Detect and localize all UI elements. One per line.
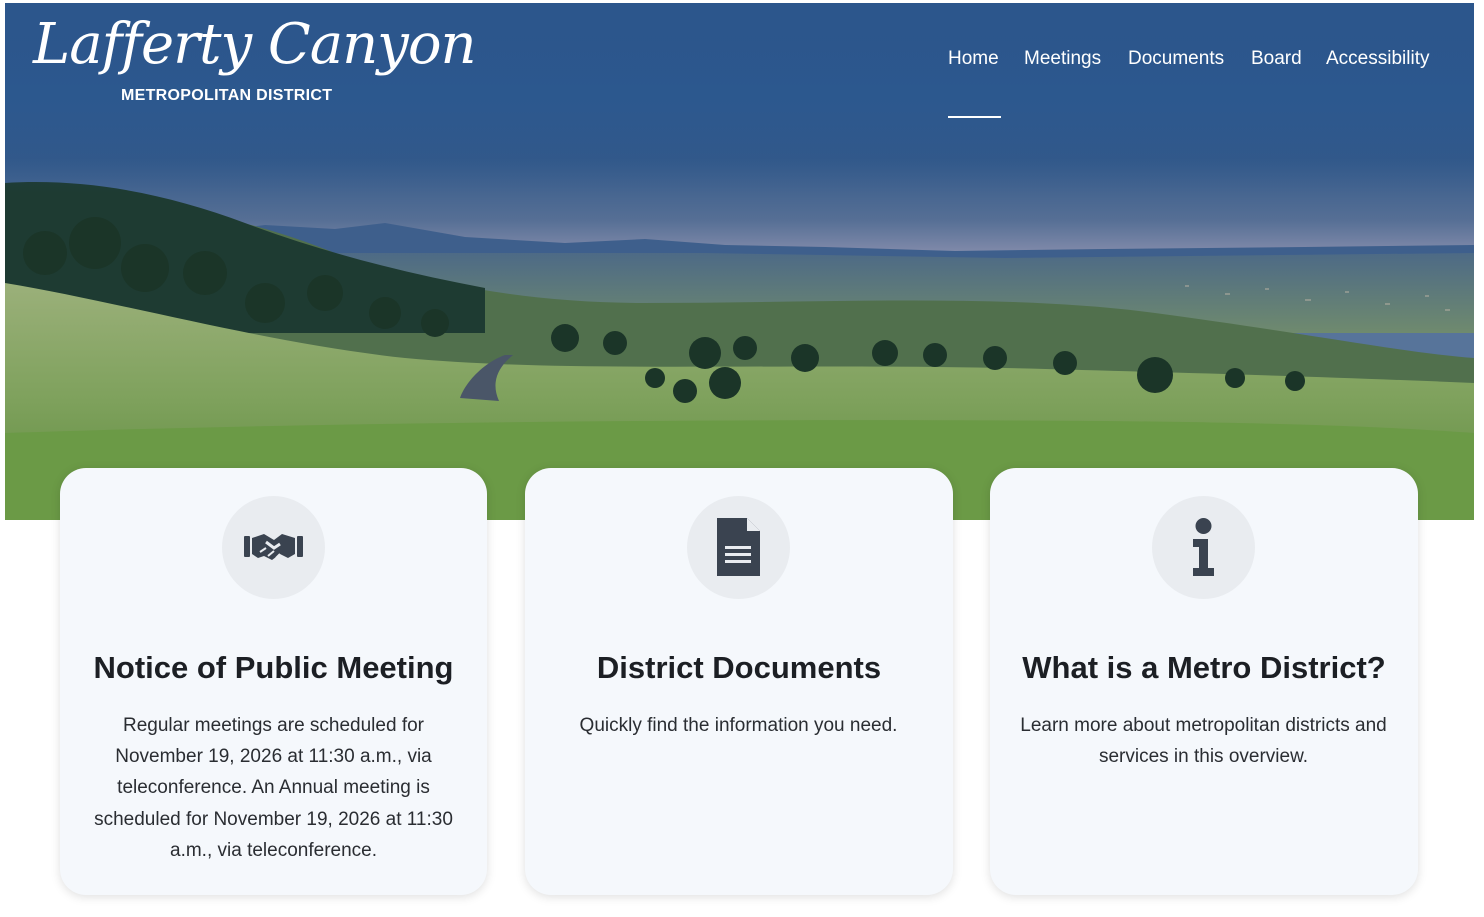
card-metro-district-info[interactable]: What is a Metro District? Learn more abo… bbox=[990, 468, 1418, 895]
nav-documents[interactable]: Documents bbox=[1128, 46, 1224, 72]
card-title: Notice of Public Meeting bbox=[93, 650, 454, 685]
main-nav: Home Meetings Documents Board Accessibil… bbox=[5, 46, 1474, 126]
handshake-icon bbox=[244, 534, 303, 560]
page: Lafferty Canyon METROPOLITAN DISTRICT Ho… bbox=[5, 3, 1474, 917]
icon-circle bbox=[687, 496, 790, 599]
icon-circle bbox=[1152, 496, 1255, 599]
nav-board[interactable]: Board bbox=[1251, 46, 1302, 72]
document-icon bbox=[717, 518, 760, 576]
info-icon bbox=[1193, 518, 1214, 576]
card-title: District Documents bbox=[596, 650, 882, 685]
card-district-documents[interactable]: District Documents Quickly find the info… bbox=[525, 468, 953, 895]
nav-home[interactable]: Home bbox=[948, 46, 999, 72]
icon-circle bbox=[222, 496, 325, 599]
hero-banner: Lafferty Canyon METROPOLITAN DISTRICT Ho… bbox=[5, 3, 1474, 520]
nav-active-indicator bbox=[948, 116, 1001, 118]
card-public-meeting[interactable]: Notice of Public Meeting Regular meeting… bbox=[60, 468, 487, 895]
nav-accessibility[interactable]: Accessibility bbox=[1326, 46, 1429, 72]
card-text: Regular meetings are scheduled for Novem… bbox=[94, 715, 453, 861]
card-text: Quickly find the information you need. bbox=[579, 715, 898, 736]
card-title: What is a Metro District? bbox=[1022, 650, 1386, 685]
nav-meetings[interactable]: Meetings bbox=[1024, 46, 1101, 72]
card-text: Learn more about metropolitan districts … bbox=[1020, 715, 1387, 768]
